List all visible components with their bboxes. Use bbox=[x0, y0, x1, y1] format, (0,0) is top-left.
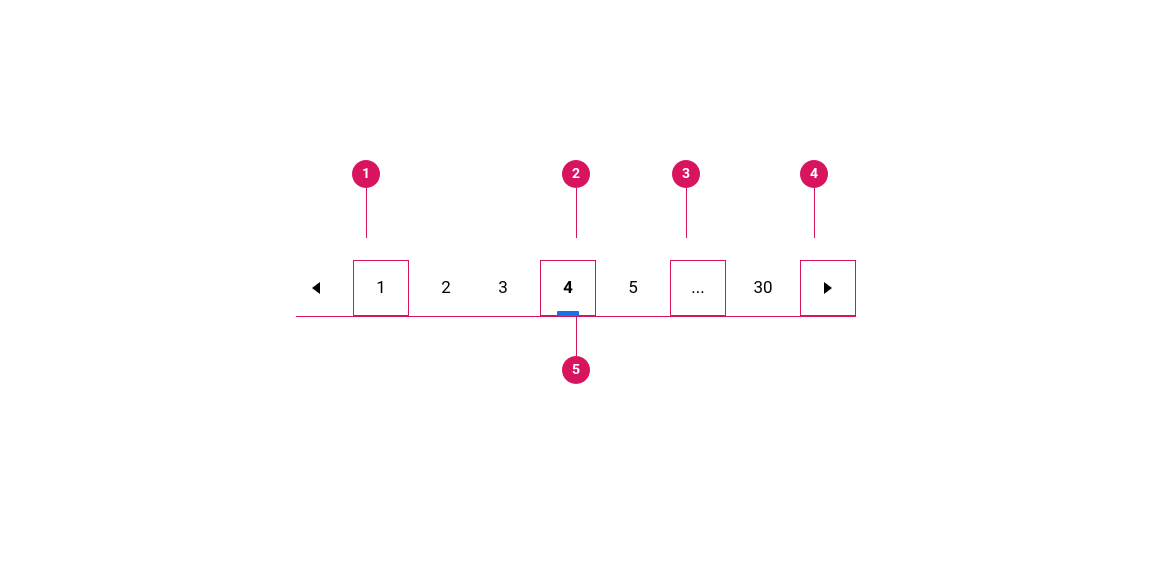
chevron-left-icon bbox=[312, 282, 320, 294]
page-prev-button[interactable] bbox=[296, 260, 336, 316]
page-last-label: 30 bbox=[753, 278, 772, 298]
chevron-right-icon bbox=[824, 282, 832, 294]
page-ellipsis-label: ... bbox=[691, 278, 704, 298]
page-5-label: 5 bbox=[628, 278, 638, 298]
page-2-label: 2 bbox=[441, 278, 451, 298]
page-first-button[interactable]: 1 bbox=[353, 260, 409, 316]
callout-3-label: 3 bbox=[682, 166, 690, 182]
callout-2-label: 2 bbox=[572, 166, 580, 182]
callout-4-label: 4 bbox=[810, 166, 818, 182]
page-5-button[interactable]: 5 bbox=[613, 260, 653, 316]
callout-1-label: 1 bbox=[362, 166, 370, 182]
page-3-label: 3 bbox=[498, 278, 508, 298]
page-last-button[interactable]: 30 bbox=[743, 260, 783, 316]
page-ellipsis: ... bbox=[670, 260, 726, 316]
page-current-label: 4 bbox=[563, 278, 573, 298]
page-2-button[interactable]: 2 bbox=[426, 260, 466, 316]
callout-2: 2 bbox=[562, 160, 590, 188]
callout-5-label: 5 bbox=[572, 362, 580, 378]
page-next-button[interactable] bbox=[800, 260, 856, 316]
diagram-stage: 1 2 3 4 1 2 3 4 bbox=[296, 248, 856, 328]
page-first-label: 1 bbox=[376, 278, 386, 298]
callout-4: 4 bbox=[800, 160, 828, 188]
callout-3: 3 bbox=[672, 160, 700, 188]
page-current-button[interactable]: 4 bbox=[540, 260, 596, 316]
page-3-button[interactable]: 3 bbox=[483, 260, 523, 316]
callout-1: 1 bbox=[352, 160, 380, 188]
callout-5: 5 bbox=[562, 356, 590, 384]
